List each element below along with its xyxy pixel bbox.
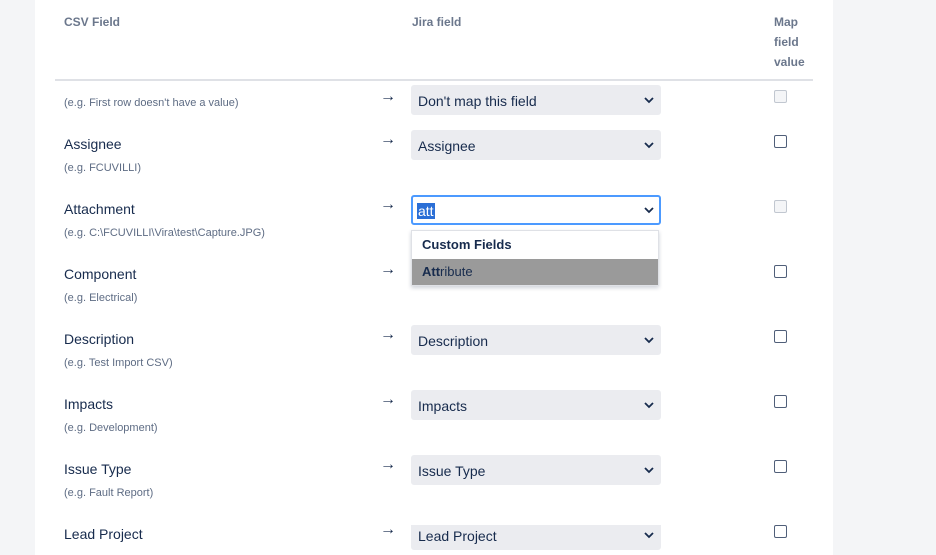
csv-field-name: Impacts — [64, 396, 114, 412]
jira-field-select-value: Issue Type — [418, 463, 486, 479]
arrow-icon: → — [380, 261, 396, 278]
mapping-row-description: Description (e.g. Test Import CSV) → Des… — [35, 325, 833, 395]
map-value-checkbox[interactable] — [774, 90, 787, 103]
csv-field-name: Assignee — [64, 136, 122, 152]
example-text: (e.g. Development) — [64, 422, 158, 434]
dropdown-group-heading: Custom Fields — [422, 237, 512, 252]
csv-field-name: Description — [64, 331, 135, 347]
arrow-icon: → — [380, 326, 396, 343]
dropdown-option-label: Attribute — [422, 264, 473, 280]
jira-field-select[interactable]: Issue Type — [411, 455, 661, 485]
map-value-checkbox[interactable] — [774, 460, 787, 473]
jira-field-select-value: Impacts — [418, 398, 468, 414]
mapping-row-impacts: Impacts (e.g. Development) → Impacts — [35, 390, 833, 460]
jira-field-select[interactable]: Description — [411, 325, 661, 355]
arrow-icon: → — [380, 196, 396, 213]
map-value-checkbox[interactable] — [774, 525, 787, 538]
option-label-rest: ribute — [440, 264, 473, 279]
dropdown-option-attribute[interactable]: Attribute — [412, 259, 658, 285]
chevron-down-icon — [644, 97, 654, 104]
jira-field-header: Jira field — [412, 15, 462, 29]
selected-text: att — [417, 203, 435, 219]
header-divider — [55, 79, 813, 81]
map-header-line-1: Map — [774, 15, 798, 29]
map-value-checkbox[interactable] — [774, 200, 787, 213]
jira-field-search-input[interactable]: att — [411, 195, 661, 225]
csv-field-name: Lead Project — [64, 526, 143, 542]
csv-field-header: CSV Field — [64, 15, 121, 29]
example-text: (e.g. Test Import CSV) — [64, 357, 173, 369]
mapping-row-lead-project: Lead Project → Lead Project — [35, 525, 833, 555]
arrow-icon: → — [380, 525, 396, 538]
chevron-down-icon — [644, 532, 654, 539]
arrow-icon: → — [380, 456, 396, 473]
match-highlight: Att — [422, 264, 441, 279]
chevron-down-icon — [644, 337, 654, 344]
jira-field-select[interactable]: Impacts — [411, 390, 661, 420]
arrow-icon: → — [380, 391, 396, 408]
jira-field-select-value: Don't map this field — [418, 93, 537, 109]
jira-field-select[interactable]: Assignee — [411, 130, 661, 160]
jira-field-select[interactable]: Lead Project — [411, 525, 661, 550]
arrow-icon: → — [380, 131, 396, 148]
csv-field-name: Component — [64, 266, 137, 282]
jira-field-select[interactable]: Don't map this field — [411, 85, 661, 115]
csv-mapping-panel: CSV Field Jira field Map field value (e.… — [35, 0, 833, 555]
search-input-text: att — [417, 203, 435, 219]
map-header-line-3: value — [774, 55, 805, 69]
map-value-checkbox[interactable] — [774, 265, 787, 278]
example-text: (e.g. C:\FCUVILLI\Vira\test\Capture.JPG) — [64, 227, 265, 239]
jira-field-select-value: Lead Project — [418, 528, 497, 544]
mapping-row-issue-type: Issue Type (e.g. Fault Report) → Issue T… — [35, 455, 833, 525]
map-value-checkbox[interactable] — [774, 395, 787, 408]
chevron-down-icon — [644, 207, 654, 214]
map-value-checkbox[interactable] — [774, 135, 787, 148]
map-header-line-2: field — [774, 35, 799, 49]
example-text: (e.g. Fault Report) — [64, 487, 154, 499]
jira-field-select-value: Assignee — [418, 138, 476, 154]
chevron-down-icon — [644, 467, 654, 474]
chevron-down-icon — [644, 402, 654, 409]
mapping-row-assignee: Assignee (e.g. FCUVILLI) → Assignee — [35, 130, 833, 200]
jira-field-select-value: Description — [418, 333, 489, 349]
jira-field-suggestions-dropdown: Custom Fields Attribute — [411, 230, 659, 286]
csv-field-name: Issue Type — [64, 461, 132, 477]
chevron-down-icon — [644, 142, 654, 149]
csv-field-name: Attachment — [64, 201, 135, 217]
example-text: (e.g. First row doesn't have a value) — [64, 97, 239, 109]
arrow-icon: → — [380, 88, 396, 105]
example-text: (e.g. FCUVILLI) — [64, 162, 142, 174]
map-value-checkbox[interactable] — [774, 330, 787, 343]
map-field-value-header: Map field value — [774, 12, 814, 72]
example-text: (e.g. Electrical) — [64, 292, 138, 304]
